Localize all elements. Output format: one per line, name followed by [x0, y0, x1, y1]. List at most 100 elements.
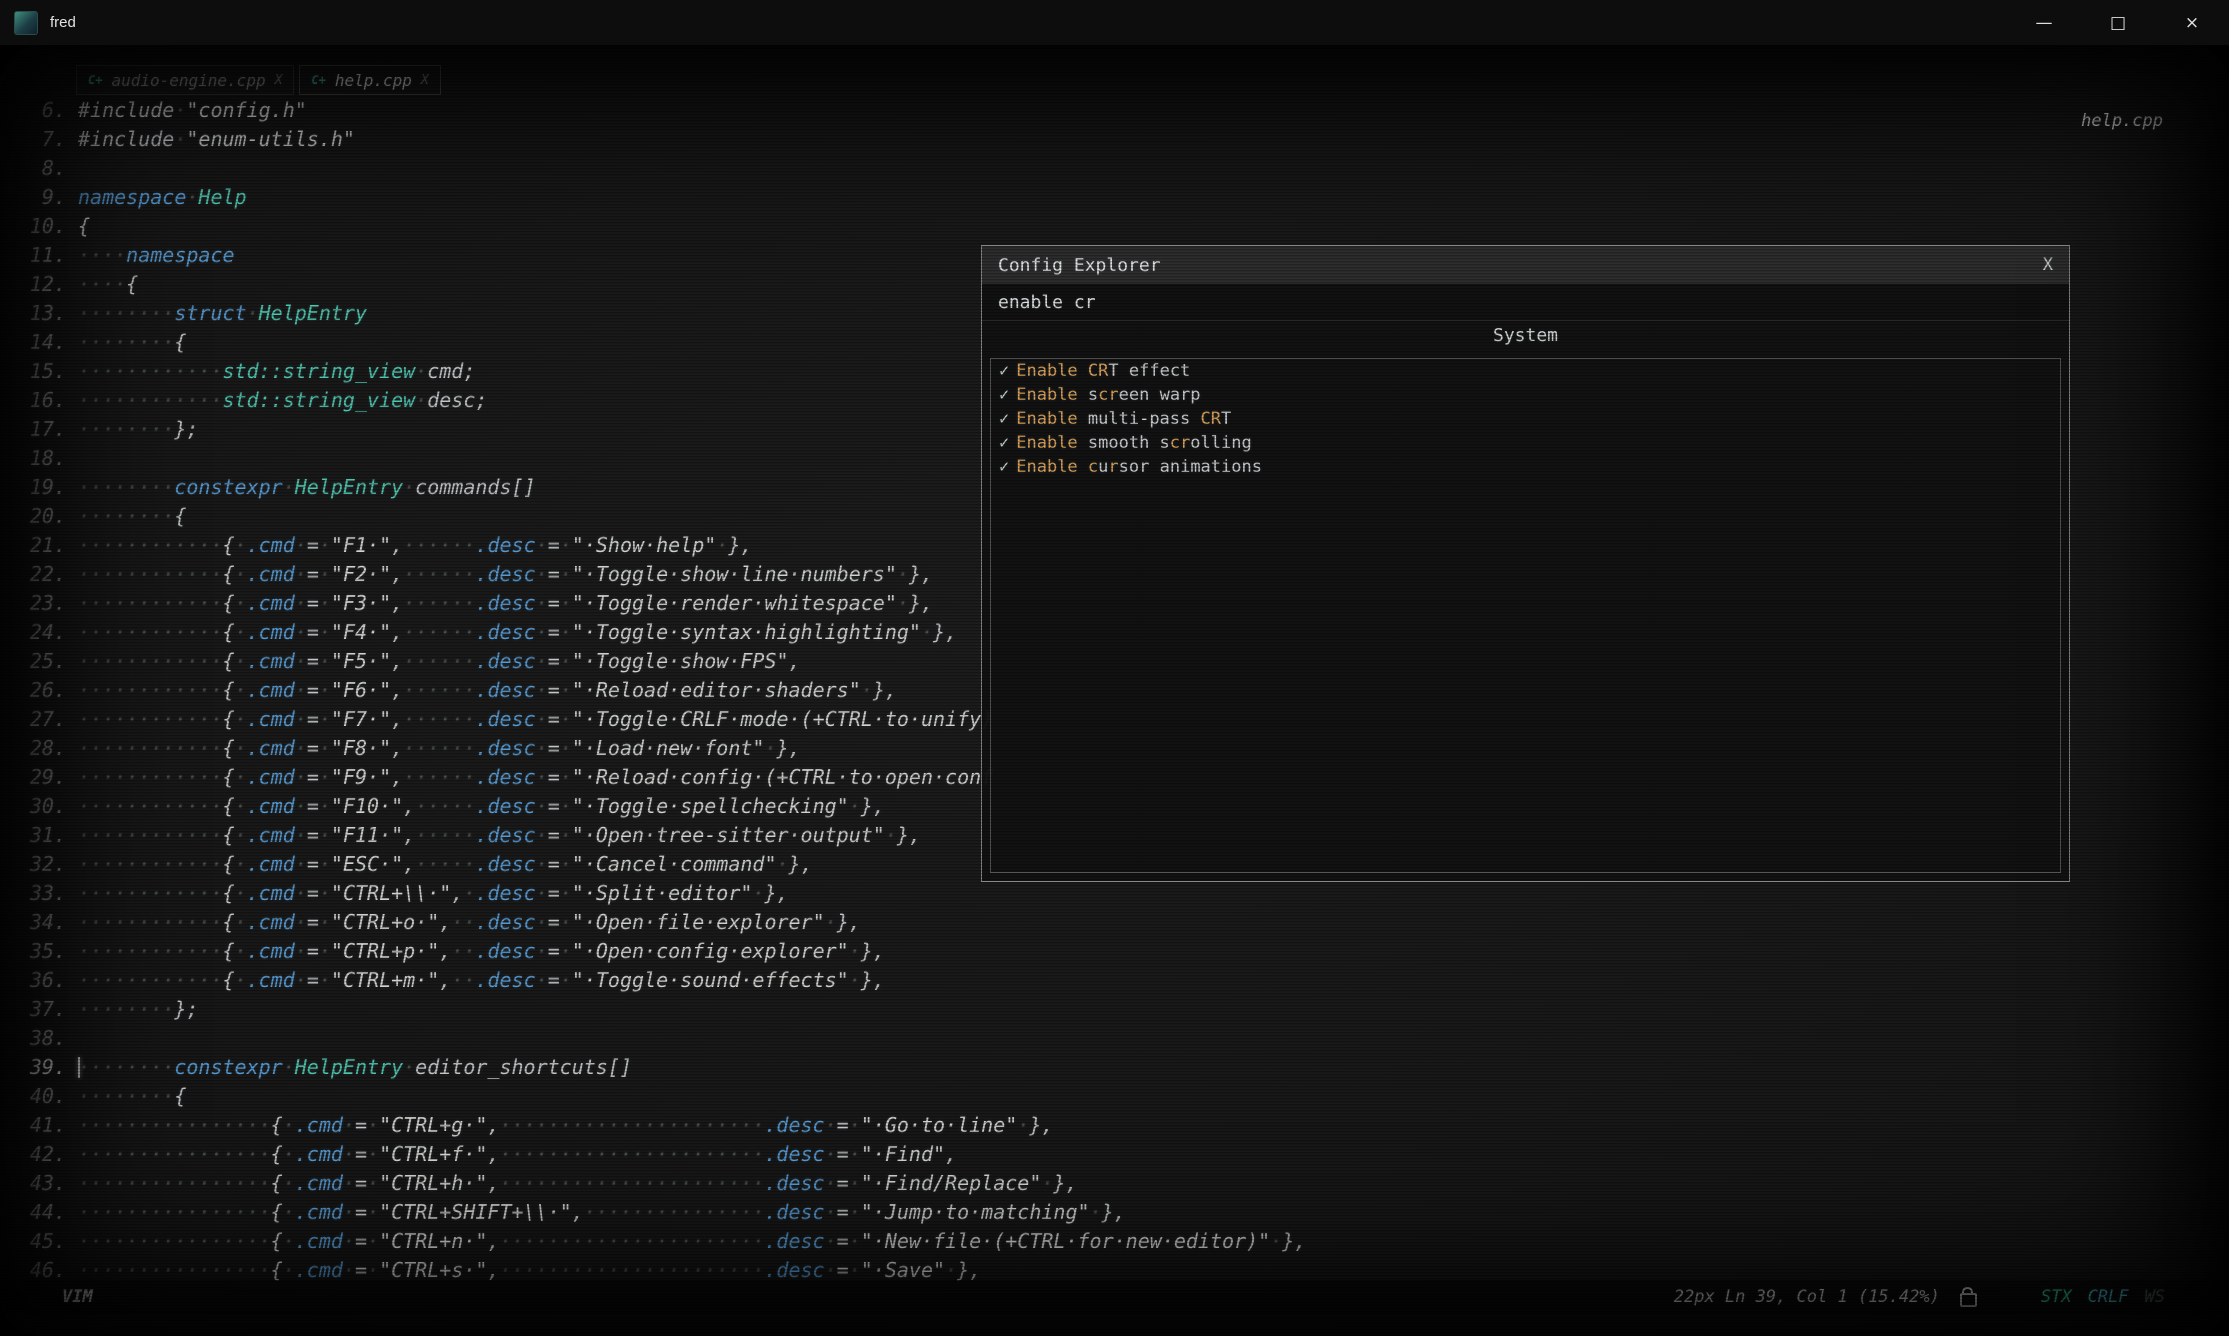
code-token: ········	[78, 504, 174, 528]
code-token: ,	[391, 620, 403, 644]
popup-close-icon[interactable]: X	[2043, 255, 2053, 275]
code-line[interactable]: 43.················{·.cmd·=·"CTRL+h·",··…	[14, 1169, 2229, 1198]
code-token: ······················	[499, 1113, 764, 1137]
checkbox-checked-icon[interactable]: ✓	[999, 385, 1009, 405]
code-token: =	[307, 794, 319, 818]
match-highlight: r	[1108, 457, 1118, 477]
code-line[interactable]: 35.············{·.cmd·=·"CTRL+p·",··.des…	[14, 937, 2229, 966]
code-token: },	[1282, 1229, 1306, 1253]
code-token: ,	[391, 707, 403, 731]
code-token: ·	[1090, 1200, 1102, 1224]
code-token: ,	[789, 649, 801, 673]
code-line[interactable]: 39.········constexpr·HelpEntry·editor_sh…	[14, 1053, 2229, 1082]
code-token: ············	[78, 562, 223, 586]
line-number: 36.	[14, 966, 66, 995]
config-item[interactable]: ✓Enable smooth scrolling	[991, 431, 2060, 455]
app-icon	[14, 11, 38, 35]
code-line[interactable]: 36.············{·.cmd·=·"CTRL+m·",··.des…	[14, 966, 2229, 995]
code-token: ·	[235, 968, 247, 992]
config-item[interactable]: ✓Enable screen warp	[991, 383, 2060, 407]
code-line[interactable]: 41.················{·.cmd·=·"CTRL+g·",··…	[14, 1111, 2229, 1140]
item-text	[1078, 457, 1088, 477]
config-item[interactable]: ✓Enable CRT effect	[991, 359, 2060, 383]
code-line[interactable]: 45.················{·.cmd·=·"CTRL+n·",··…	[14, 1227, 2229, 1256]
config-search-input[interactable]: enable cr	[982, 284, 2069, 321]
code-line[interactable]: 33.············{·.cmd·=·"CTRL+\\·",·.des…	[14, 879, 2229, 908]
code-token: ·	[283, 1171, 295, 1195]
code-token: ················	[78, 1142, 271, 1166]
code-line[interactable]: 8.	[14, 154, 2229, 183]
code-token: ·	[295, 736, 307, 760]
code-token: ············	[78, 968, 223, 992]
code-line[interactable]: 9.namespace·Help	[14, 183, 2229, 212]
code-token: =	[307, 707, 319, 731]
code-token: ,	[487, 1142, 499, 1166]
code-line[interactable]: 40.········{	[14, 1082, 2229, 1111]
code-line[interactable]: 10.{	[14, 212, 2229, 241]
code-token: ······	[403, 678, 475, 702]
code-token: .cmd	[295, 1200, 343, 1224]
code-token: =	[548, 562, 560, 586]
close-button[interactable]: ×	[2155, 0, 2229, 45]
minimize-button[interactable]: —	[2007, 0, 2081, 45]
code-token: HelpEntry	[295, 475, 403, 499]
code-token: "F7·"	[331, 707, 391, 731]
code-token: ·	[560, 852, 572, 876]
code-token: "F8·"	[331, 736, 391, 760]
code-token: ·	[776, 852, 788, 876]
code-token: =	[548, 620, 560, 644]
tab-help-cpp[interactable]: C+help.cppX	[299, 65, 440, 95]
code-token: {	[223, 968, 235, 992]
line-number: 25.	[14, 647, 66, 676]
tab-close-icon[interactable]: X	[275, 73, 283, 88]
code-line[interactable]: 34.············{·.cmd·=·"CTRL+o·",··.des…	[14, 908, 2229, 937]
code-line[interactable]: 42.················{·.cmd·=·"CTRL+f·",··…	[14, 1140, 2229, 1169]
line-number: 26.	[14, 676, 66, 705]
code-token: HelpEntry	[295, 1055, 403, 1079]
code-token: .desc	[475, 591, 535, 615]
match-highlight: CR	[1201, 409, 1221, 429]
code-token: ,	[439, 968, 451, 992]
tab-label: audio-engine.cpp	[111, 71, 265, 90]
code-token: .desc	[475, 881, 535, 905]
code-token: ·	[235, 910, 247, 934]
code-token: ·	[295, 765, 307, 789]
checkbox-checked-icon[interactable]: ✓	[999, 433, 1009, 453]
tab-close-icon[interactable]: X	[421, 73, 429, 88]
code-line[interactable]: 6.#include·"config.h"	[14, 96, 2229, 125]
code-token: ·	[849, 1142, 861, 1166]
config-item[interactable]: ✓Enable cursor animations	[991, 455, 2060, 479]
code-token: constexpr	[174, 1055, 282, 1079]
code-token: std::string_view	[223, 388, 416, 412]
code-token: ········	[78, 997, 174, 1021]
checkbox-checked-icon[interactable]: ✓	[999, 409, 1009, 429]
code-token: ·	[560, 591, 572, 615]
code-token: =	[548, 794, 560, 818]
code-token: },	[776, 736, 800, 760]
match-highlight: Enable	[1016, 433, 1077, 453]
code-token: ·	[560, 736, 572, 760]
line-number: 18.	[14, 444, 66, 473]
code-line[interactable]: 37.········};	[14, 995, 2229, 1024]
code-token: ·	[752, 881, 764, 905]
code-token: },	[764, 881, 788, 905]
code-line[interactable]: 38.	[14, 1024, 2229, 1053]
config-item[interactable]: ✓Enable multi-pass CRT	[991, 407, 2060, 431]
maximize-button[interactable]: □	[2081, 0, 2155, 45]
code-token: ·····	[415, 794, 475, 818]
line-number: 45.	[14, 1227, 66, 1256]
code-token: {	[223, 707, 235, 731]
code-line[interactable]: 44.················{·.cmd·=·"CTRL+SHIFT+…	[14, 1198, 2229, 1227]
checkbox-checked-icon[interactable]: ✓	[999, 361, 1009, 381]
code-token: desc;	[427, 388, 487, 412]
code-token: ,	[391, 736, 403, 760]
code-token: =	[307, 910, 319, 934]
code-token: ·	[560, 707, 572, 731]
tab-audio-engine-cpp[interactable]: C+audio-engine.cppX	[76, 65, 294, 95]
checkbox-checked-icon[interactable]: ✓	[999, 457, 1009, 477]
code-token: .cmd	[247, 649, 295, 673]
code-token: ············	[78, 910, 223, 934]
code-token: ·	[536, 649, 548, 673]
code-token: ·	[367, 1258, 379, 1282]
code-line[interactable]: 7.#include·"enum-utils.h"	[14, 125, 2229, 154]
